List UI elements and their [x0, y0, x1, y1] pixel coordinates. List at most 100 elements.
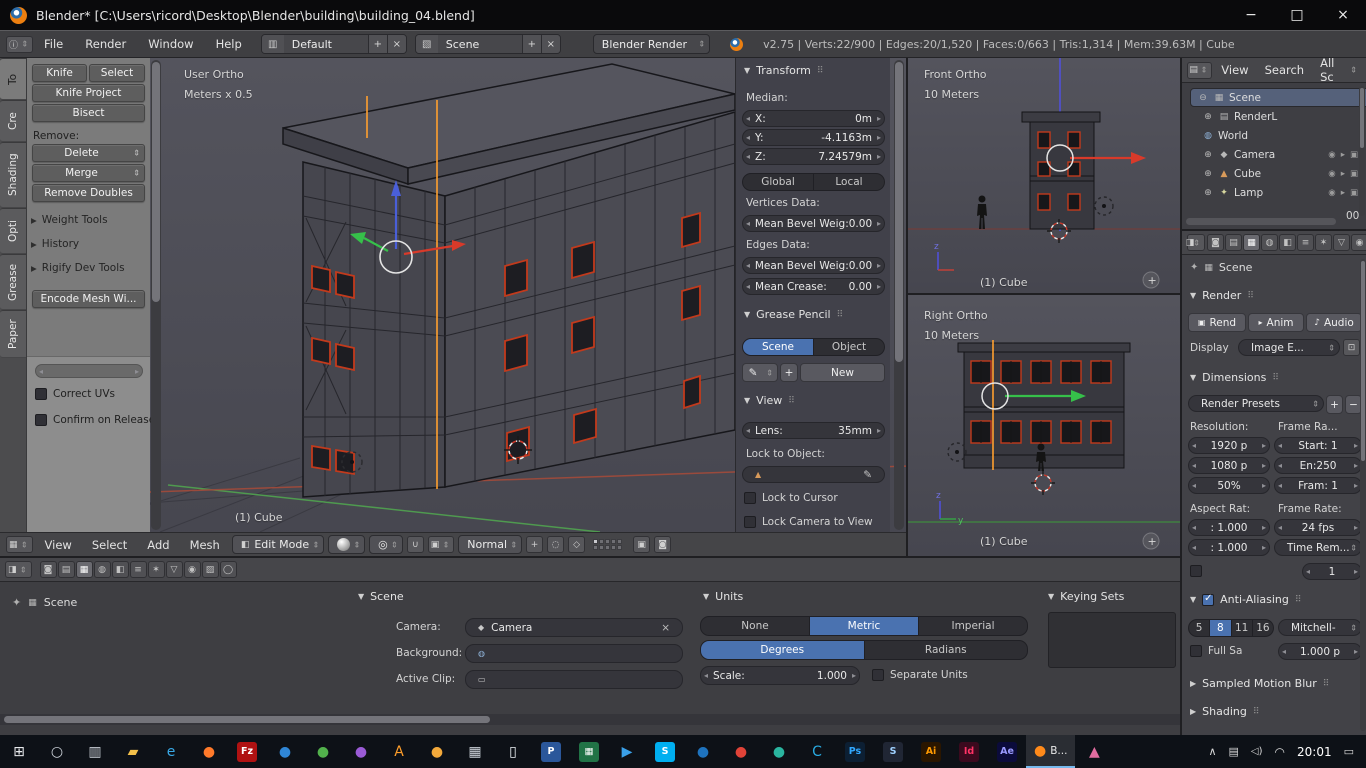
properties-tab-render-layers-icon[interactable]: ▤ — [58, 561, 75, 578]
taskbar-illustrator-icon[interactable]: Ai — [912, 735, 950, 768]
correct-uvs-row[interactable]: Correct UVs — [35, 388, 115, 400]
expander-icon[interactable]: ⊕ — [1202, 188, 1214, 198]
view-panel-header[interactable]: View⠿ — [744, 394, 795, 407]
motion-blur-panel-header[interactable]: Sampled Motion Blur⠿ — [1190, 677, 1329, 690]
lock-to-cursor-row[interactable]: Lock to Cursor — [744, 492, 838, 504]
units-metric-button[interactable]: Metric — [810, 616, 919, 636]
global-button[interactable]: Global — [742, 173, 814, 191]
display-external-icon[interactable]: ⊡ — [1343, 339, 1360, 356]
view-menu[interactable]: View — [37, 538, 80, 552]
aa-samples-16[interactable]: 16 — [1253, 619, 1274, 637]
maximize-button[interactable]: □ — [1274, 0, 1320, 30]
history-panel-header[interactable]: History — [31, 238, 79, 250]
properties-tab-scene-icon[interactable]: ▦ — [76, 561, 93, 578]
transform-orientation-dropdown[interactable]: Normal — [458, 535, 522, 554]
taskbar-app-blue-circle-icon[interactable]: ● — [266, 735, 304, 768]
properties-tab-constraints-icon[interactable]: ≡ — [1297, 234, 1314, 251]
taskbar-file-explorer-icon[interactable]: ▰ — [114, 735, 152, 768]
renderability-icon[interactable]: ▣ — [1350, 188, 1358, 198]
layers-widget[interactable] — [593, 539, 625, 550]
toolshelf-tab-tools[interactable]: To — [0, 58, 26, 100]
menu-file[interactable]: File — [33, 37, 74, 51]
frame-start-field[interactable]: Start: 1 — [1274, 437, 1362, 454]
grease-pencil-dropdown[interactable]: ✎ — [742, 363, 778, 382]
background-set-field[interactable]: ◍ — [465, 644, 683, 663]
layout-add-button[interactable]: + — [368, 35, 387, 53]
tray-chevron-icon[interactable]: ∧ — [1208, 745, 1216, 758]
expander-icon[interactable]: ⊕ — [1202, 112, 1214, 122]
properties-tab-scene-icon[interactable]: ▦ — [1243, 234, 1260, 251]
properties-tab-render-icon[interactable]: ◙ — [1207, 234, 1224, 251]
weight-tools-panel-header[interactable]: Weight Tools — [31, 214, 108, 226]
scene-panel-header[interactable]: Scene — [358, 590, 404, 603]
toolshelf-tab-paper[interactable]: Paper — [0, 310, 26, 358]
correct-uvs-checkbox[interactable] — [35, 388, 47, 400]
add-menu[interactable]: Add — [139, 538, 177, 552]
remove-doubles-button[interactable]: Remove Doubles — [32, 184, 145, 202]
lock-camera-row[interactable]: Lock Camera to View — [744, 516, 873, 528]
menu-help[interactable]: Help — [205, 37, 253, 51]
separate-units-row[interactable]: Separate Units — [872, 669, 968, 681]
select-menu[interactable]: Select — [84, 538, 135, 552]
selectability-icon[interactable]: ▸ — [1341, 188, 1345, 198]
renderability-icon[interactable]: ▣ — [1350, 150, 1358, 160]
outliner-row-camera[interactable]: ⊕ ◆ Camera ◉ ▸ ▣ — [1182, 145, 1366, 164]
manipulator-translate-icon[interactable]: + — [526, 536, 543, 553]
border-checkbox[interactable] — [1190, 565, 1202, 577]
taskbar-app-red-icon[interactable]: ● — [722, 735, 760, 768]
mean-crease-field[interactable]: Mean Crease:0.00 — [742, 278, 885, 295]
scene-add-button[interactable]: + — [522, 35, 541, 53]
delete-button[interactable]: Delete — [32, 144, 145, 162]
outliner-row-cube[interactable]: ⊕ ▲ Cube ◉ ▸ ▣ — [1182, 164, 1366, 183]
editor-type-3d-icon[interactable]: ▦ — [6, 536, 33, 553]
taskbar-clock[interactable]: 20:01 — [1297, 745, 1332, 759]
action-center-icon[interactable]: ▭ — [1344, 745, 1354, 758]
outliner-display-dropdown[interactable]: All Sc — [1313, 58, 1361, 84]
properties-tab-data-icon[interactable]: ▽ — [1333, 234, 1350, 251]
properties-tab-world-icon[interactable]: ◍ — [94, 561, 111, 578]
outliner-row-scene[interactable]: ⊖ ▦ Scene — [1190, 88, 1366, 107]
taskbar-app-green-icon[interactable]: ● — [304, 735, 342, 768]
aa-samples-5[interactable]: 5 — [1188, 619, 1210, 637]
properties-tab-world-icon[interactable]: ◍ — [1261, 234, 1278, 251]
render-engine-dropdown[interactable]: Blender Render — [593, 34, 710, 54]
audio-button[interactable]: ♪ Audio — [1306, 313, 1362, 332]
snap-magnet-icon[interactable]: ∪ — [407, 536, 424, 553]
render-panel-header[interactable]: Render⠿ — [1190, 289, 1254, 302]
shading-panel-header[interactable]: Shading⠿ — [1190, 705, 1259, 718]
renderability-icon[interactable]: ▣ — [1350, 169, 1358, 179]
mean-bevel-field[interactable]: Mean Bevel Weig:0.00 — [742, 215, 885, 232]
opengl-render-anim-icon[interactable]: ◙ — [654, 536, 671, 553]
taskbar-app-blue-circle-2-icon[interactable]: ● — [684, 735, 722, 768]
unit-scale-field[interactable]: Scale:1.000 — [700, 666, 860, 685]
properties-tab-texture-icon[interactable]: ▨ — [202, 561, 219, 578]
units-panel-header[interactable]: Units — [703, 590, 743, 603]
separate-units-checkbox[interactable] — [872, 669, 884, 681]
transform-panel-header[interactable]: Transform⠿ — [744, 64, 823, 77]
lock-object-field[interactable]: ▲ ✎ — [742, 466, 885, 483]
taskbar-app-blue-p-icon[interactable]: P — [532, 735, 570, 768]
animation-button[interactable]: ▸ Anim — [1248, 313, 1304, 332]
taskbar-app-s-dark-icon[interactable]: S — [874, 735, 912, 768]
outliner-row-lamp[interactable]: ⊕ ✦ Lamp ◉ ▸ ▣ — [1182, 183, 1366, 202]
expander-icon[interactable]: ⊖ — [1197, 93, 1209, 103]
grease-add-button[interactable]: + — [780, 363, 798, 382]
properties-tab-object-icon[interactable]: ◧ — [112, 561, 129, 578]
render-presets-dropdown[interactable]: Render Presets — [1188, 395, 1324, 412]
scene-delete-button[interactable]: × — [541, 35, 560, 53]
taskbar-blender-icon[interactable]: ●B... — [1026, 735, 1075, 768]
taskbar-excel-icon[interactable]: ▦ — [570, 735, 608, 768]
merge-button[interactable]: Merge — [32, 164, 145, 182]
median-x-field[interactable]: X:0m — [742, 110, 885, 127]
taskbar-edge-icon[interactable]: e — [152, 735, 190, 768]
fps-field[interactable]: 24 fps — [1274, 519, 1362, 536]
lock-camera-checkbox[interactable] — [744, 516, 756, 528]
confirm-release-checkbox[interactable] — [35, 414, 47, 426]
editor-type-info-icon[interactable]: ⓘ — [6, 36, 33, 53]
selectability-icon[interactable]: ▸ — [1341, 150, 1345, 160]
taskbar-start-icon[interactable]: ⊞ — [0, 735, 38, 768]
properties-tab-constraints-icon[interactable]: ≡ — [130, 561, 147, 578]
manipulator-scale-icon[interactable]: ◇ — [568, 536, 585, 553]
pin-icon[interactable]: ✦ — [1190, 262, 1198, 273]
taskbar-photoshop-icon[interactable]: Ps — [836, 735, 874, 768]
